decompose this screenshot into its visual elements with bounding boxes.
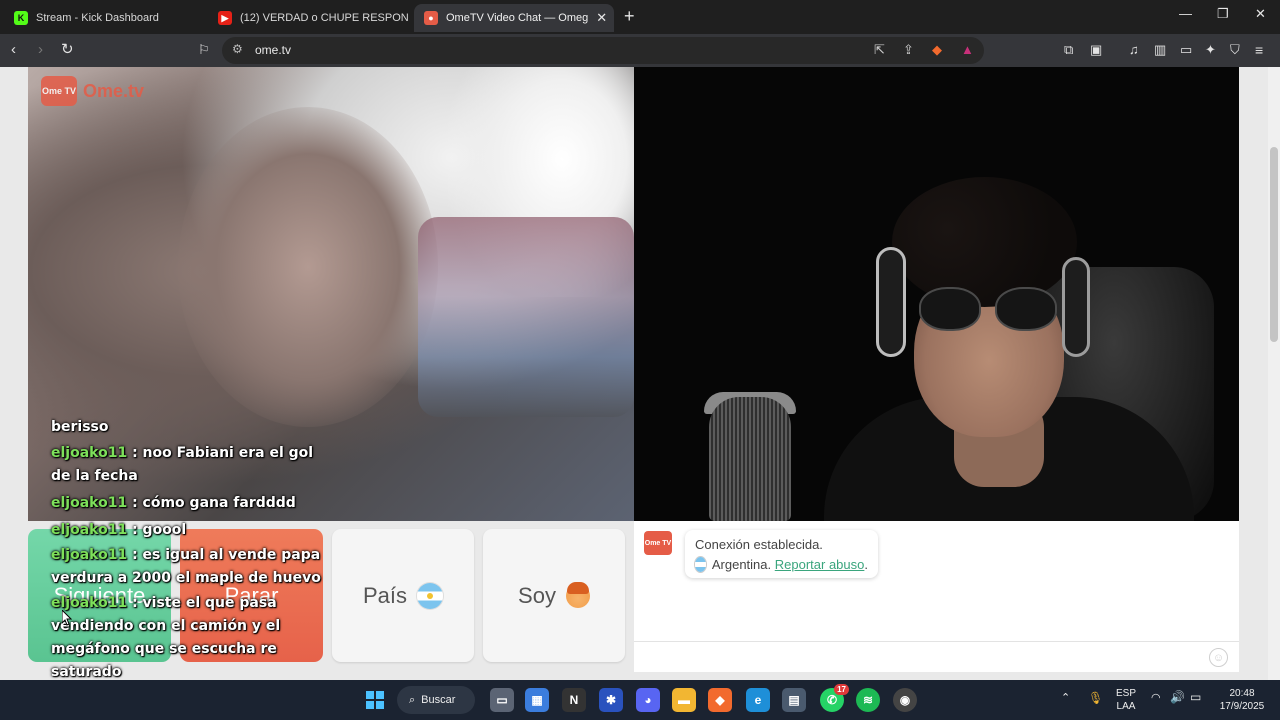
discord-icon[interactable]: ◕	[636, 688, 660, 712]
country-filter-button[interactable]: País	[332, 529, 474, 662]
ometv-favicon-icon: ●	[424, 11, 438, 25]
chat-username: eljoako11	[51, 495, 128, 511]
new-tab-button[interactable]: +	[624, 6, 635, 27]
store-icon[interactable]: ▦	[525, 688, 549, 712]
chat-text: : goool	[127, 522, 187, 538]
youtube-icon: ▶	[218, 11, 232, 25]
chat-message: eljoako11 : cómo gana fardddd	[51, 492, 321, 515]
open-in-app-icon[interactable]: ⇱	[874, 42, 885, 58]
chat-message: eljoako11 : noo Fabiani era el gol de la…	[51, 442, 321, 488]
site-info-icon[interactable]: ⚙	[232, 42, 243, 56]
url-text: ome.tv	[255, 43, 292, 57]
page-scrollbar[interactable]	[1268, 67, 1280, 680]
spotify-icon[interactable]: ≋	[856, 688, 880, 712]
self-video	[634, 67, 1239, 521]
scrollbar-thumb[interactable]	[1270, 147, 1278, 342]
search-label: Buscar	[421, 694, 456, 706]
gender-label: Soy	[518, 582, 556, 608]
extensions-icon[interactable]: ⧉	[1064, 41, 1073, 59]
vpn-icon[interactable]: ⛉	[1230, 41, 1240, 59]
file-explorer-icon[interactable]: ▬	[672, 688, 696, 712]
wifi-icon[interactable]: ◠	[1151, 692, 1161, 705]
chat-message: eljoako11 : goool	[51, 519, 321, 542]
chat-username: eljoako11	[51, 522, 128, 538]
tab-youtube[interactable]: ▶ (12) VERDAD o CHUPE RESPONDIEN	[208, 4, 408, 32]
maximize-button[interactable]: ❐	[1217, 6, 1229, 22]
input-language[interactable]: ESP LAA	[1112, 687, 1140, 713]
tab-title: (12) VERDAD o CHUPE RESPONDIEN	[240, 12, 408, 24]
search-icon: ⌕	[409, 693, 416, 706]
whatsapp-icon[interactable]: ✆ 17	[820, 684, 849, 712]
message-input[interactable]	[634, 641, 1239, 672]
share-icon[interactable]: ⇪	[903, 42, 914, 58]
gender-filter-button[interactable]: Soy	[483, 529, 625, 662]
task-view-icon[interactable]: ▭	[490, 688, 514, 712]
volume-icon[interactable]: 🔊	[1170, 691, 1185, 704]
partner-country: Argentina.	[711, 557, 772, 572]
back-button[interactable]: ‹	[11, 41, 16, 59]
time: 20:48	[1229, 688, 1255, 699]
date: 17/9/2025	[1219, 701, 1265, 712]
brave-browser-icon[interactable]: ◆	[708, 688, 732, 712]
chat-text: : cómo gana fardddd	[127, 495, 296, 511]
media-icon[interactable]: ♫	[1129, 41, 1139, 59]
system-message: Conexión establecida. Argentina. Reporta…	[685, 530, 878, 578]
sidebar-icon[interactable]: ▥	[1154, 41, 1166, 59]
logo-text: Ome.tv	[83, 80, 145, 101]
report-abuse-link[interactable]: Reportar abuso	[775, 556, 865, 573]
chat-text: berisso	[51, 419, 109, 435]
reload-button[interactable]: ↻	[61, 41, 74, 59]
country-label: País	[362, 582, 408, 608]
mouse-cursor-icon	[62, 610, 72, 626]
clock[interactable]: 20:48 17/9/2025	[1214, 687, 1270, 713]
tab-kick-dashboard[interactable]: K Stream - Kick Dashboard	[4, 4, 204, 32]
calculator-icon[interactable]: ▤	[782, 688, 806, 712]
address-bar[interactable]: ⚙ ome.tv ⇱ ⇪ ◆ ▲	[222, 37, 984, 64]
start-button[interactable]	[363, 688, 387, 712]
ometv-tv-icon: Ome TV	[41, 76, 77, 106]
bookmark-icon[interactable]: ⚐	[198, 41, 210, 59]
close-tab-icon[interactable]: ✕	[588, 10, 607, 26]
battery-icon[interactable]: ▭	[1190, 691, 1201, 704]
argentina-flag-icon	[695, 557, 706, 572]
chat-username: eljoako11	[51, 595, 128, 611]
close-window-button[interactable]: ✕	[1255, 6, 1266, 22]
browser-toolbar: ‹ › ↻ ⚐ ⚙ ome.tv ⇱ ⇪ ◆ ▲ ⧉ ▣ ♫ ▥ ▭ ✦ ⛉ ≡	[0, 34, 1280, 67]
ometv-chat-avatar-icon: Ome TV	[644, 531, 672, 555]
stream-chat-overlay: berisso eljoako11 : noo Fabiani era el g…	[51, 416, 321, 688]
chat-message: berisso	[51, 416, 321, 436]
tab-ometv[interactable]: ● OmeTV Video Chat — Omeg ✕	[414, 4, 614, 32]
chat-username: eljoako11	[51, 445, 128, 461]
chat-message: eljoako11 : es igual al vende papa verdu…	[51, 544, 321, 590]
emoji-picker-icon[interactable]: ☺	[1209, 648, 1228, 667]
menu-icon[interactable]: ≡	[1255, 41, 1263, 59]
tab-title: Stream - Kick Dashboard	[36, 12, 159, 24]
kick-icon: K	[14, 11, 28, 25]
minimize-button[interactable]: —	[1179, 6, 1192, 21]
ometv-logo: Ome TV Ome.tv	[41, 76, 144, 106]
chat-message: eljoako11 : viste el que pasa vendiendo …	[51, 592, 321, 684]
edge-icon[interactable]: e	[746, 688, 770, 712]
argentina-flag-icon	[417, 582, 444, 609]
notification-badge: 17	[834, 684, 849, 695]
brave-rewards-icon[interactable]: ▲	[961, 42, 974, 57]
leo-ai-icon[interactable]: ✦	[1205, 41, 1216, 59]
screenshot-icon[interactable]: ▣	[1090, 41, 1102, 59]
wallet-icon[interactable]: ▭	[1180, 41, 1192, 59]
brave-shields-icon[interactable]: ◆	[932, 42, 942, 58]
show-hidden-icons-icon[interactable]: ⌃	[1061, 692, 1070, 705]
app-icon[interactable]: ✱	[599, 688, 623, 712]
microphone-image	[709, 397, 791, 521]
connection-status: Conexión establecida.	[695, 537, 823, 552]
tab-strip: K Stream - Kick Dashboard ▶ (12) VERDAD …	[0, 0, 1280, 34]
boy-emoji-icon	[565, 581, 590, 608]
chat-username: eljoako11	[51, 547, 128, 563]
taskbar-search[interactable]: ⌕ Buscar	[397, 686, 475, 714]
forward-button[interactable]: ›	[38, 41, 43, 59]
obs-icon[interactable]: ◉	[893, 688, 917, 712]
notion-icon[interactable]: N	[562, 688, 586, 712]
tab-title: OmeTV Video Chat — Omeg	[446, 12, 589, 24]
microphone-icon[interactable]: 🎙	[1088, 692, 1103, 705]
